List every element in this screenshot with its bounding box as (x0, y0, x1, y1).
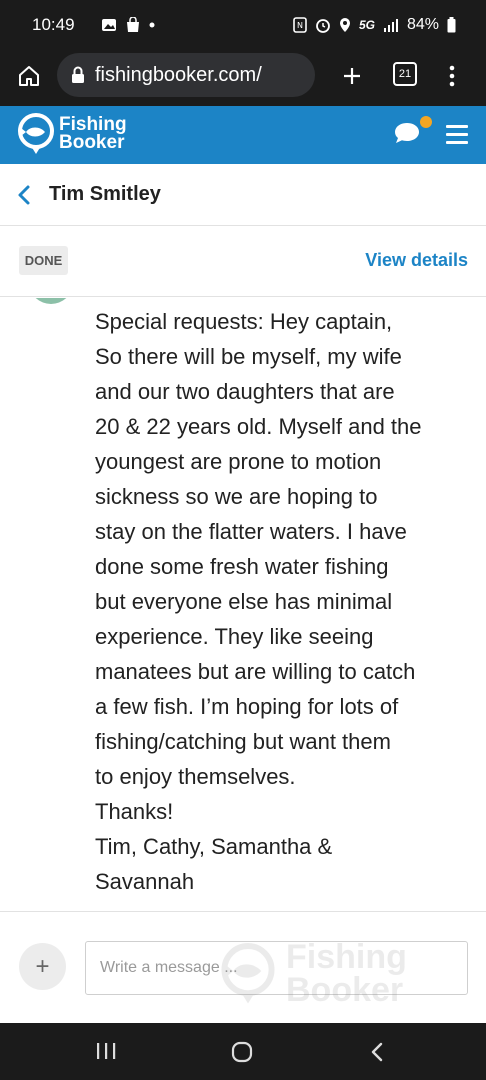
chevron-left-icon (18, 185, 30, 205)
status-time: 10:49 (32, 15, 75, 34)
hamburger-line (446, 141, 468, 144)
message-line: 20 & 22 years old. Myself and the (95, 414, 422, 439)
battery-level: 84% (406, 16, 439, 33)
view-details-link[interactable]: View details (365, 250, 468, 271)
logo-fish-icon (18, 113, 54, 154)
recents-icon (97, 1043, 116, 1059)
status-bar: 10:49 N 5G 84% (0, 0, 486, 50)
browser-menu-button[interactable] (442, 61, 462, 91)
message-line: a few fish. I’m hoping for lots of (95, 694, 399, 719)
more-vertical-icon (449, 65, 455, 87)
back-button[interactable] (16, 184, 32, 211)
browser-toolbar: fishingbooker.com/ 21 (0, 50, 486, 106)
system-nav-bar (0, 1023, 486, 1080)
battery-icon (447, 17, 456, 33)
message-input[interactable] (85, 941, 468, 995)
message-line: Thanks! (95, 799, 174, 824)
network-label: 5G (358, 18, 375, 32)
compose-bar: + Fishing Booker (0, 913, 486, 1023)
message-line: manatees but are willing to catch (95, 659, 416, 684)
location-icon (339, 18, 350, 32)
address-bar[interactable]: fishingbooker.com/ (57, 53, 315, 97)
message-line: but everyone else has minimal (95, 589, 393, 614)
logo-text: Fishing Booker (59, 115, 127, 153)
home-button[interactable] (14, 61, 44, 91)
tab-switcher-button[interactable]: 21 (393, 62, 417, 86)
message-line: So there will be myself, my wife (95, 344, 402, 369)
message-body: Special requests: Hey captain, So there … (95, 304, 470, 899)
home-circle-icon (231, 1041, 253, 1063)
hamburger-line (446, 125, 468, 128)
back-nav-button[interactable] (368, 1041, 386, 1063)
chat-bubble-icon (395, 123, 419, 143)
message-line: fishing/catching but want them (95, 729, 391, 754)
logo-text-line2: Booker (59, 132, 125, 153)
add-attachment-button[interactable]: + (19, 943, 66, 990)
hamburger-line (446, 133, 468, 136)
message-line: to enjoy themselves. (95, 764, 296, 789)
dot-icon (149, 22, 155, 28)
message-line: Tim, Cathy, Samantha & (95, 834, 333, 859)
shopping-bag-icon (126, 17, 139, 32)
new-tab-button[interactable] (338, 61, 366, 91)
svg-text:N: N (297, 21, 303, 30)
url-text: fishingbooker.com/ (95, 63, 262, 86)
home-nav-button[interactable] (230, 1041, 254, 1063)
message-line: youngest are prone to motion (95, 449, 382, 474)
fishingbooker-logo[interactable]: Fishing Booker (17, 112, 127, 156)
conversation-title: Tim Smitley (49, 183, 161, 205)
conversation-header: Tim Smitley (0, 164, 486, 226)
gallery-icon (101, 19, 116, 31)
avatar (30, 298, 72, 304)
status-badge: DONE (19, 246, 68, 275)
notification-dot (420, 116, 432, 128)
home-icon (19, 66, 39, 86)
message-line: and our two daughters that are (95, 379, 395, 404)
nfc-icon: N (293, 17, 307, 33)
hamburger-menu-button[interactable] (446, 125, 468, 149)
lock-icon (72, 66, 84, 83)
message-line: experience. They like seeing (95, 624, 374, 649)
message-line: sickness so we are hoping to (95, 484, 378, 509)
message-line: Savannah (95, 869, 195, 894)
alarm-icon (316, 19, 330, 33)
booking-summary-bar: DONE View details (0, 227, 486, 297)
message-line: stay on the flatter waters. I have (95, 519, 407, 544)
messages-button[interactable] (394, 121, 420, 150)
status-left-icons (101, 17, 155, 33)
recents-button[interactable] (94, 1041, 118, 1061)
site-header: Fishing Booker (0, 106, 486, 164)
signal-icon (383, 19, 398, 32)
message-line: Special requests: Hey captain, (95, 309, 393, 334)
message-thread[interactable]: Special requests: Hey captain, So there … (0, 298, 486, 912)
message-line: done some fresh water fishing (95, 554, 389, 579)
plus-icon (344, 68, 360, 84)
tab-count: 21 (398, 68, 412, 80)
status-right: N 5G 84% (293, 16, 456, 34)
back-chevron-icon (371, 1042, 383, 1062)
